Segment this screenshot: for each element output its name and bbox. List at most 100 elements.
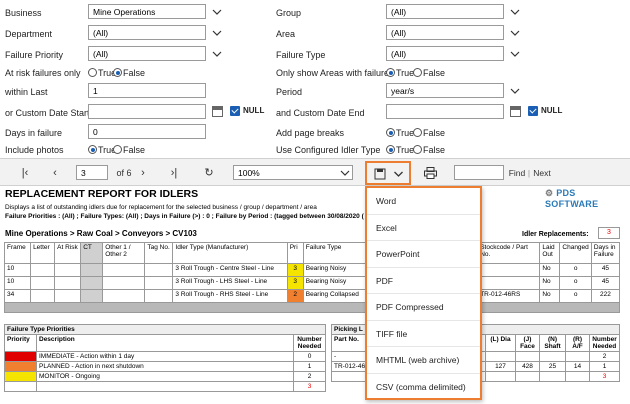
calendar-icon[interactable]	[510, 106, 521, 117]
last-page-icon[interactable]: ›|	[166, 164, 182, 182]
chevron-down-icon[interactable]	[510, 7, 520, 17]
idler-true-radio[interactable]	[386, 145, 395, 154]
cell-days: 45	[590, 263, 621, 277]
cell-desc: MONITOR - Ongoing	[36, 371, 294, 382]
priority-swatch-orange	[4, 361, 37, 372]
breaks-true-radio[interactable]	[386, 128, 395, 137]
pds-logo: ⚙ PDS SOFTWARE	[545, 188, 630, 209]
business-select[interactable]: Mine Operations	[88, 4, 206, 19]
breaks-false-radio[interactable]	[413, 128, 422, 137]
at-risk-false-radio[interactable]	[113, 68, 122, 77]
export-csv[interactable]: CSV (comma delimited)	[367, 374, 480, 401]
calendar-icon[interactable]	[212, 106, 223, 117]
export-word[interactable]: Word	[367, 188, 480, 215]
idler-false-radio[interactable]	[413, 145, 422, 154]
idler-true-label: True	[396, 145, 415, 155]
area-label: Area	[276, 29, 296, 39]
cell	[565, 371, 590, 382]
failure-priority-select[interactable]: (All)	[88, 46, 206, 61]
priority-swatch-red	[4, 351, 37, 362]
days-in-failure-input[interactable]: 0	[88, 124, 206, 139]
failure-type-select[interactable]: (All)	[386, 46, 504, 61]
next-link[interactable]: Next	[532, 164, 552, 182]
report-title: REPLACEMENT REPORT FOR IDLERS	[5, 188, 199, 200]
col-shaft: (N) Shaft	[539, 334, 566, 352]
cell-laid: No	[539, 276, 561, 290]
zoom-select[interactable]: 100%	[233, 165, 353, 180]
cell-total: 3	[589, 371, 620, 382]
cell	[485, 351, 516, 362]
cell-frame: 10	[3, 263, 32, 277]
export-button[interactable]	[365, 161, 411, 185]
cell-count: 2	[293, 371, 326, 382]
areas-false-radio[interactable]	[413, 68, 422, 77]
export-powerpoint[interactable]: PowerPoint	[367, 241, 480, 268]
period-select[interactable]: year/s	[386, 83, 504, 98]
chevron-down-icon[interactable]	[510, 86, 520, 96]
pds-logo-mark: ⚙	[545, 188, 554, 198]
department-select[interactable]: (All)	[88, 25, 206, 40]
photos-false-radio[interactable]	[113, 145, 122, 154]
cell-count: 1	[293, 361, 326, 372]
section-heading: Mine Operations > Raw Coal > Conveyors >…	[5, 229, 197, 238]
custom-date-end-input[interactable]	[386, 104, 504, 119]
table-row: 10 3 Roll Trough - LHS Steel - Line 3 Be…	[3, 276, 621, 290]
pds-logo-text: PDS SOFTWARE	[545, 188, 599, 209]
cell	[515, 351, 540, 362]
cell	[102, 289, 146, 303]
cell-pri: 2	[286, 289, 304, 303]
col-days: Days in Failure	[590, 242, 621, 264]
cell	[80, 263, 104, 277]
chevron-down-icon[interactable]	[212, 49, 222, 59]
cell	[485, 371, 516, 382]
areas-true-radio[interactable]	[386, 68, 395, 77]
within-last-input[interactable]: 1	[88, 83, 206, 98]
export-tiff[interactable]: TIFF file	[367, 321, 480, 347]
group-select[interactable]: (All)	[386, 4, 504, 19]
custom-date-start-input[interactable]	[88, 104, 206, 119]
export-pdf[interactable]: PDF	[367, 268, 480, 294]
start-null-checkbox[interactable]	[230, 106, 240, 116]
at-risk-true-radio[interactable]	[88, 68, 97, 77]
photos-true-radio[interactable]	[88, 145, 97, 154]
previous-page-icon[interactable]: ‹	[48, 164, 62, 182]
cell	[30, 289, 56, 303]
find-link[interactable]: Find	[508, 164, 526, 182]
area-select[interactable]: (All)	[386, 25, 504, 40]
table-total-row	[4, 302, 620, 313]
col-ct: CT	[80, 242, 104, 264]
chevron-down-icon[interactable]	[212, 28, 222, 38]
chevron-down-icon[interactable]	[510, 28, 520, 38]
cell-stock	[477, 276, 541, 290]
report-body: REPLACEMENT REPORT FOR IDLERS Displays a…	[0, 187, 630, 404]
export-mhtml[interactable]: MHTML (web archive)	[367, 347, 480, 374]
page-number-input[interactable]: 3	[76, 165, 108, 180]
cell: 25	[539, 361, 566, 372]
next-page-icon[interactable]: ›	[136, 164, 150, 182]
priorities-table: Failure Type Priorities Priority Descrip…	[4, 324, 326, 392]
print-icon[interactable]	[424, 167, 437, 179]
col-at-risk: At Risk	[54, 242, 82, 264]
cell-count: 0	[293, 351, 326, 362]
refresh-icon[interactable]: ↻	[201, 164, 217, 182]
col-number-needed: Number Needed	[293, 334, 326, 352]
idler-replacements-label: Idler Replacements:	[522, 231, 589, 238]
cell-stock	[477, 263, 541, 277]
cell: 127	[485, 361, 516, 372]
chevron-down-icon[interactable]	[212, 7, 222, 17]
cell: 14	[565, 361, 590, 372]
export-excel[interactable]: Excel	[367, 215, 480, 241]
chevron-down-icon[interactable]	[340, 168, 350, 178]
table-row: MONITOR - Ongoing 2	[4, 371, 326, 382]
end-null-checkbox[interactable]	[528, 106, 538, 116]
cell	[515, 371, 540, 382]
col-description: Description	[36, 334, 294, 352]
cell-count: 2	[589, 351, 620, 362]
chevron-down-icon[interactable]	[510, 49, 520, 59]
find-input[interactable]	[454, 165, 504, 180]
first-page-icon[interactable]: |‹	[18, 164, 32, 182]
areas-with-failures-label: Only show Areas with failures	[276, 68, 394, 78]
export-pdf-compressed[interactable]: PDF Compressed	[367, 294, 480, 321]
export-menu: Word Excel PowerPoint PDF PDF Compressed…	[365, 186, 482, 400]
col-laid-out: Laid Out	[539, 242, 561, 264]
